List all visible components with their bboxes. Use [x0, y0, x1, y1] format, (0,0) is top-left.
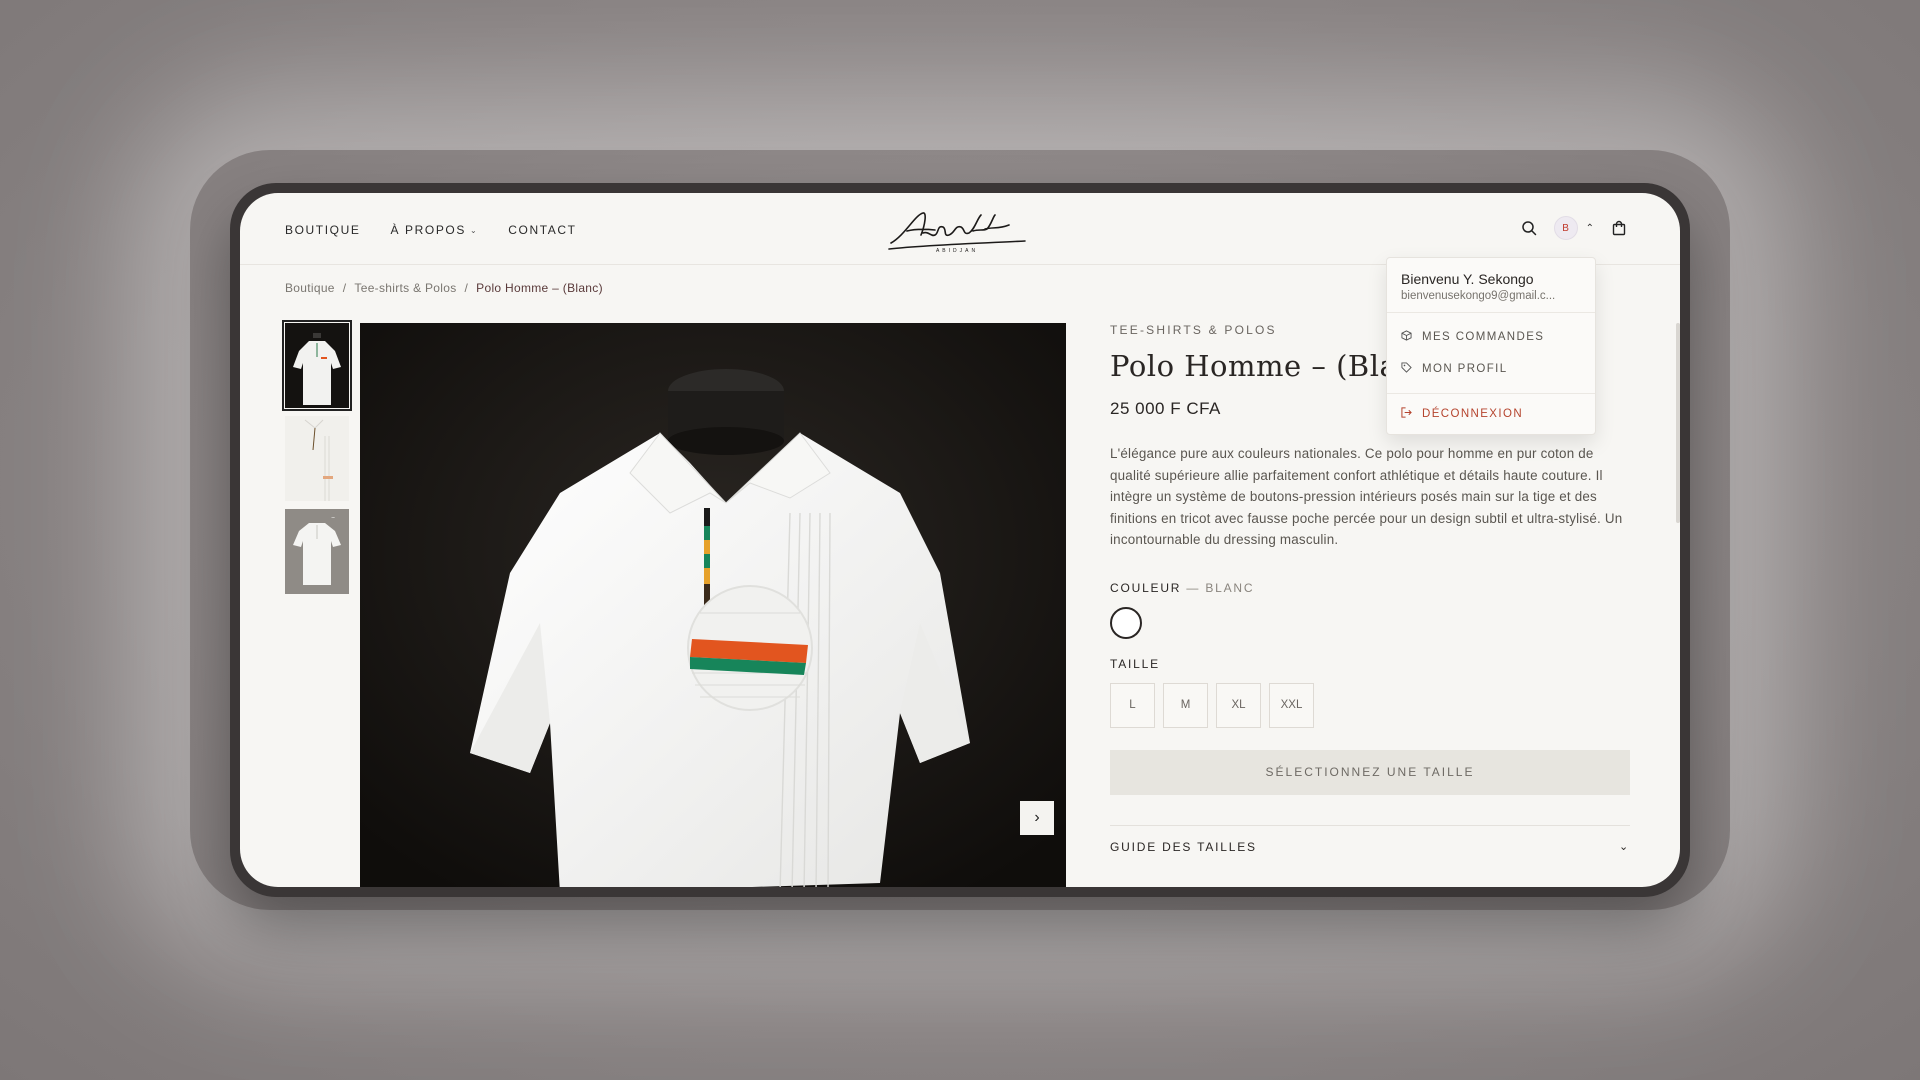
page-scrollbar[interactable]: [1676, 323, 1680, 523]
size-label: TAILLE: [1110, 656, 1160, 671]
chevron-down-icon: ⌄: [469, 225, 479, 235]
nav-contact[interactable]: CONTACT: [508, 223, 576, 237]
main-nav: BOUTIQUE À PROPOS ⌄ CONTACT: [285, 223, 577, 237]
menu-item-profile[interactable]: MON PROFIL: [1387, 353, 1595, 385]
breadcrumb-category[interactable]: Tee-shirts & Polos: [354, 281, 456, 295]
breadcrumb-separator: /: [342, 281, 347, 295]
size-guide-toggle[interactable]: GUIDE DES TAILLES ⌄: [1110, 824, 1630, 854]
nav-boutique-label: BOUTIQUE: [285, 223, 361, 237]
size-option-l[interactable]: L: [1110, 682, 1155, 728]
menu-item-profile-label: MON PROFIL: [1422, 363, 1508, 375]
menu-item-orders-label: MES COMMANDES: [1422, 331, 1545, 343]
brand-logo[interactable]: ABIDJAN: [885, 205, 1030, 255]
nav-a-propos-label: À PROPOS: [390, 223, 466, 237]
menu-item-orders[interactable]: MES COMMANDES: [1387, 321, 1595, 353]
breadcrumb-boutique[interactable]: Boutique: [285, 281, 335, 295]
thumbnail-list: ~: [282, 320, 352, 594]
color-value: — BLANC: [1186, 580, 1255, 595]
nav-boutique[interactable]: BOUTIQUE: [285, 223, 360, 237]
header-actions: B ⌃: [1516, 215, 1632, 241]
breadcrumb-current: Polo Homme – (Blanc): [476, 281, 603, 295]
thumbnail-3[interactable]: ~: [285, 509, 349, 594]
size-options: L M XL XXL: [1110, 682, 1630, 728]
color-label: COULEUR: [1110, 580, 1182, 595]
add-to-cart-button[interactable]: SÉLECTIONNEZ UNE TAILLE: [1110, 749, 1630, 795]
tag-icon: [1401, 362, 1412, 376]
cart-icon[interactable]: [1606, 215, 1632, 241]
size-option-xxl[interactable]: XXL: [1269, 682, 1314, 728]
polo-illustration: [360, 323, 1066, 887]
nav-a-propos[interactable]: À PROPOS ⌄: [390, 223, 478, 237]
site-header: BOUTIQUE À PROPOS ⌄ CONTACT ABIDJAN B ⌃: [240, 193, 1680, 265]
breadcrumb-separator: /: [464, 281, 469, 295]
user-avatar[interactable]: B: [1553, 216, 1578, 240]
size-option-m[interactable]: M: [1163, 682, 1208, 728]
product-description: L'élégance pure aux couleurs nationales.…: [1110, 446, 1623, 548]
chevron-up-icon[interactable]: ⌃: [1586, 223, 1594, 234]
product-main-image: ›: [360, 323, 1066, 887]
logo-signature: ABIDJAN: [888, 212, 1026, 254]
user-email: bienvenusekongo9@gmail.c...: [1401, 290, 1556, 302]
thumbnail-1[interactable]: [282, 320, 352, 411]
browser-screen: BOUTIQUE À PROPOS⌄ CONTACT ABIDJAN B ⌃: [240, 193, 1680, 887]
package-icon: [1401, 330, 1412, 344]
thumbnail-2[interactable]: [285, 416, 349, 501]
chevron-down-icon: ⌄: [1618, 841, 1630, 854]
user-menu-dropdown: Bienvenu Y. Sekongo bienvenusekongo9@gma…: [1386, 257, 1596, 435]
search-icon[interactable]: [1516, 215, 1542, 241]
svg-text:~: ~: [331, 515, 335, 521]
logout-button[interactable]: DÉCONNEXION: [1387, 398, 1595, 430]
size-guide-label: GUIDE DES TAILLES: [1110, 839, 1257, 854]
user-menu-list: MES COMMANDES MON PROFIL: [1387, 313, 1595, 394]
chevron-right-icon: ›: [1034, 809, 1040, 826]
logout-icon: [1401, 407, 1412, 421]
device-frame: BOUTIQUE À PROPOS⌄ CONTACT ABIDJAN B ⌃: [230, 183, 1690, 897]
color-swatch-white[interactable]: [1110, 606, 1142, 639]
logout-label: DÉCONNEXION: [1422, 408, 1524, 420]
svg-text:ABIDJAN: ABIDJAN: [936, 248, 978, 254]
user-name: Bienvenu Y. Sekongo: [1401, 271, 1534, 287]
nav-contact-label: CONTACT: [508, 223, 577, 237]
next-image-button[interactable]: ›: [1020, 801, 1054, 835]
breadcrumb: Boutique / Tee-shirts & Polos / Polo Hom…: [285, 281, 603, 295]
user-menu-header: Bienvenu Y. Sekongo bienvenusekongo9@gma…: [1387, 258, 1595, 313]
size-option-xl[interactable]: XL: [1216, 682, 1261, 728]
avatar-initial: B: [1562, 222, 1569, 234]
color-label-row: COULEUR — BLANC: [1110, 581, 1630, 595]
